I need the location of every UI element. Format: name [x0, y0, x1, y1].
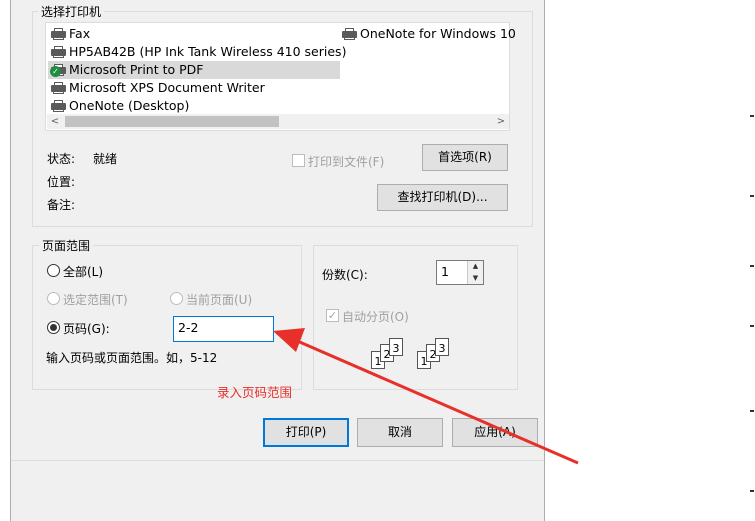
annotation-arrow	[273, 328, 579, 465]
right-edge-artifacts	[747, 110, 755, 510]
arrow-line	[294, 338, 579, 465]
arrow-head-icon	[273, 328, 305, 352]
